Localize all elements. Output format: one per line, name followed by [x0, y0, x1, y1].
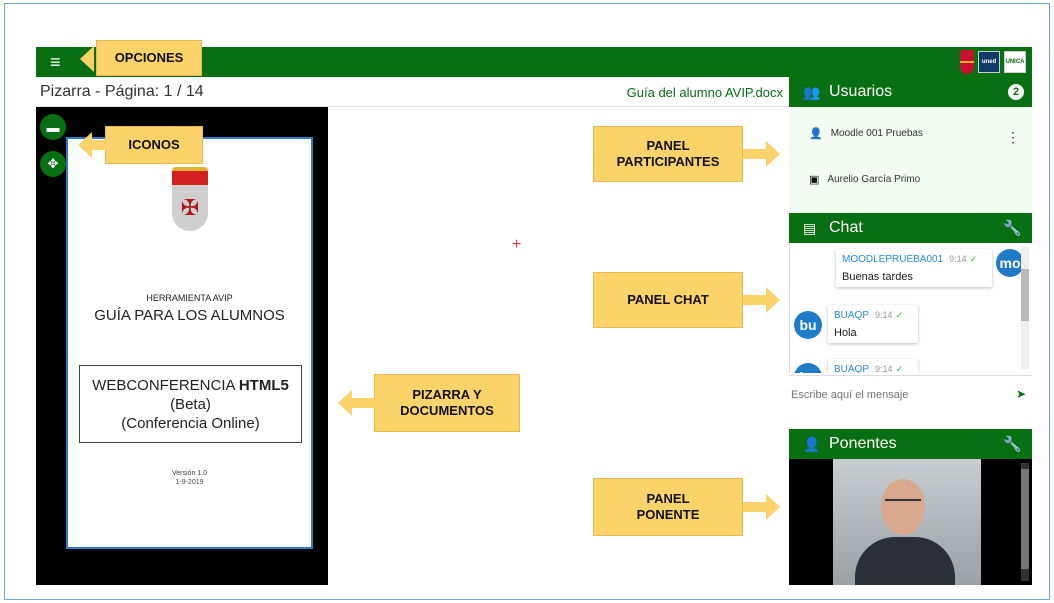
callout-arrow-shaft — [92, 140, 106, 150]
document-name[interactable]: Guía del alumno AVIP.docx — [627, 85, 783, 100]
chat-icon: ▤ — [803, 219, 817, 236]
callout-arrow-left — [338, 390, 352, 416]
wrench-icon[interactable]: 🔧 — [1003, 219, 1022, 237]
chat-messages[interactable]: MOODLEPRUEBA001 9:14 ✓ Buenas tardes mo b… — [789, 243, 1032, 373]
doc-heading: GUÍA PARA LOS ALUMNOS — [94, 307, 285, 324]
doc-box-line1-bold: HTML5 — [238, 377, 289, 394]
user-name: Aurelio García Primo — [827, 174, 921, 185]
coat-of-arms-image: ✠ — [172, 167, 208, 237]
folder-icon[interactable]: ▬ — [40, 114, 66, 140]
user-icon: 👤 — [809, 128, 823, 140]
doc-title-box: WEBCONFERENCIA HTML5 (Beta) (Conferencia… — [79, 365, 302, 443]
callout-arrow-right — [766, 494, 780, 520]
callout-arrow-right — [766, 141, 780, 167]
doc-small-title: HERRAMIENTA AVIP — [146, 293, 233, 303]
wrench-icon[interactable]: 🔧 — [1003, 435, 1022, 453]
speaker-video[interactable] — [789, 459, 1032, 585]
doc-version: Versión 1.0 1-9-2019 — [68, 469, 311, 487]
callout-arrow-shaft — [743, 149, 767, 159]
callout-ponente-line1: PANEL — [646, 491, 690, 506]
speakers-panel-title: Ponentes — [829, 435, 897, 452]
message-author: BUAQP — [834, 310, 870, 321]
message-time: 9:14 — [875, 364, 893, 373]
send-icon[interactable]: ➤ — [1016, 387, 1026, 401]
kebab-menu-icon[interactable]: ⋮ — [1006, 129, 1020, 146]
callout-pizarra-line2: DOCUMENTOS — [400, 403, 494, 418]
speaker-video-frame — [833, 459, 981, 585]
message-author: BUAQP — [834, 364, 870, 373]
users-count-badge: 2 — [1008, 84, 1024, 100]
avatar: bu — [794, 363, 822, 373]
document-viewer: ✠ HERRAMIENTA AVIP GUÍA PARA LOS ALUMNOS… — [36, 107, 328, 585]
message-text: Hola — [834, 327, 857, 339]
callout-participantes: PANEL PARTICIPANTES — [593, 126, 743, 182]
read-check-icon: ✓ — [895, 364, 904, 373]
users-panel-title: Usuarios — [829, 83, 893, 100]
user-item[interactable]: 👤 Moodle 001 Pruebas — [809, 127, 923, 140]
callout-ponente-line2: PONENTE — [636, 507, 700, 522]
doc-date: 1-9-2019 — [175, 479, 204, 486]
avatar: bu — [794, 311, 822, 339]
whiteboard-header: Pizarra - Página: 1 / 14 Guía del alumno… — [36, 77, 789, 107]
presenter-icon: ▣ — [809, 174, 820, 186]
sidebar: 👥 Usuarios 2 👤 Moodle 001 Pruebas ⋮ ▣ Au… — [789, 77, 1032, 585]
doc-version-number: Versión 1.0 — [171, 470, 208, 477]
chat-message: BUAQP 9:14 ✓ Hola — [828, 305, 918, 343]
speaker-scrollbar[interactable] — [1021, 463, 1029, 581]
speakers-panel-header[interactable]: 👤 Ponentes 🔧 — [789, 429, 1032, 459]
read-check-icon: ✓ — [895, 310, 904, 320]
callout-arrow-shaft — [743, 295, 767, 305]
message-time: 9:14 — [949, 254, 967, 264]
callout-participantes-line1: PANEL — [646, 138, 690, 153]
user-name: Moodle 001 Pruebas — [830, 128, 923, 139]
callout-arrow-shaft — [352, 398, 376, 408]
callout-arrow-left — [80, 46, 94, 72]
chat-input-area: ➤ — [789, 375, 1032, 413]
crosshair-cursor-icon: + — [512, 236, 522, 253]
user-icon: 👤 — [803, 435, 821, 452]
doc-box-line3: (Conferencia Online) — [121, 415, 260, 432]
chat-scrollbar[interactable] — [1021, 247, 1029, 369]
message-time: 9:14 — [875, 310, 893, 320]
callout-iconos: ICONOS — [105, 126, 203, 164]
move-icon[interactable]: ✥ — [40, 151, 66, 177]
message-text: Buenas tardes — [842, 271, 913, 283]
crest-logo — [960, 50, 974, 74]
callout-arrow-shaft — [743, 502, 767, 512]
users-panel-header[interactable]: 👥 Usuarios 2 — [789, 77, 1032, 107]
callout-arrow-left — [78, 132, 92, 158]
chat-message: MOODLEPRUEBA001 9:14 ✓ Buenas tardes — [836, 249, 992, 287]
uned-logo: uned — [978, 51, 1000, 73]
callout-arrow-right — [766, 287, 780, 313]
callout-participantes-line2: PARTICIPANTES — [616, 154, 720, 169]
message-author: MOODLEPRUEBA001 — [842, 254, 944, 265]
chat-scrollbar-thumb[interactable] — [1021, 269, 1029, 321]
doc-box-line2: (Beta) — [170, 396, 211, 413]
read-check-icon: ✓ — [969, 254, 978, 264]
chat-panel-title: Chat — [829, 219, 863, 236]
users-icon: 👥 — [803, 83, 821, 100]
callout-ponente: PANEL PONENTE — [593, 478, 743, 536]
callout-opciones: OPCIONES — [96, 40, 202, 76]
speaker-scrollbar-thumb[interactable] — [1021, 469, 1029, 569]
unica-logo: UNICA — [1004, 51, 1026, 73]
user-item[interactable]: ▣ Aurelio García Primo — [809, 173, 920, 186]
page-indicator: Pizarra - Página: 1 / 14 — [40, 83, 204, 100]
callout-chat: PANEL CHAT — [593, 272, 743, 328]
hamburger-icon[interactable]: ≡ — [50, 52, 70, 72]
chat-message-input[interactable] — [789, 385, 1004, 405]
callout-pizarra-line1: PIZARRA Y — [412, 387, 482, 402]
logo-group: uned UNICA — [960, 50, 1026, 74]
chat-panel-header[interactable]: ▤ Chat 🔧 — [789, 213, 1032, 243]
doc-box-line1: WEBCONFERENCIA — [92, 377, 239, 394]
document-page: ✠ HERRAMIENTA AVIP GUÍA PARA LOS ALUMNOS… — [66, 137, 313, 549]
users-list: 👤 Moodle 001 Pruebas ⋮ ▣ Aurelio García … — [789, 107, 1032, 213]
avatar: mo — [996, 249, 1024, 277]
chat-message: BUAQP 9:14 ✓ — [828, 359, 918, 373]
callout-pizarra: PIZARRA Y DOCUMENTOS — [374, 374, 520, 432]
